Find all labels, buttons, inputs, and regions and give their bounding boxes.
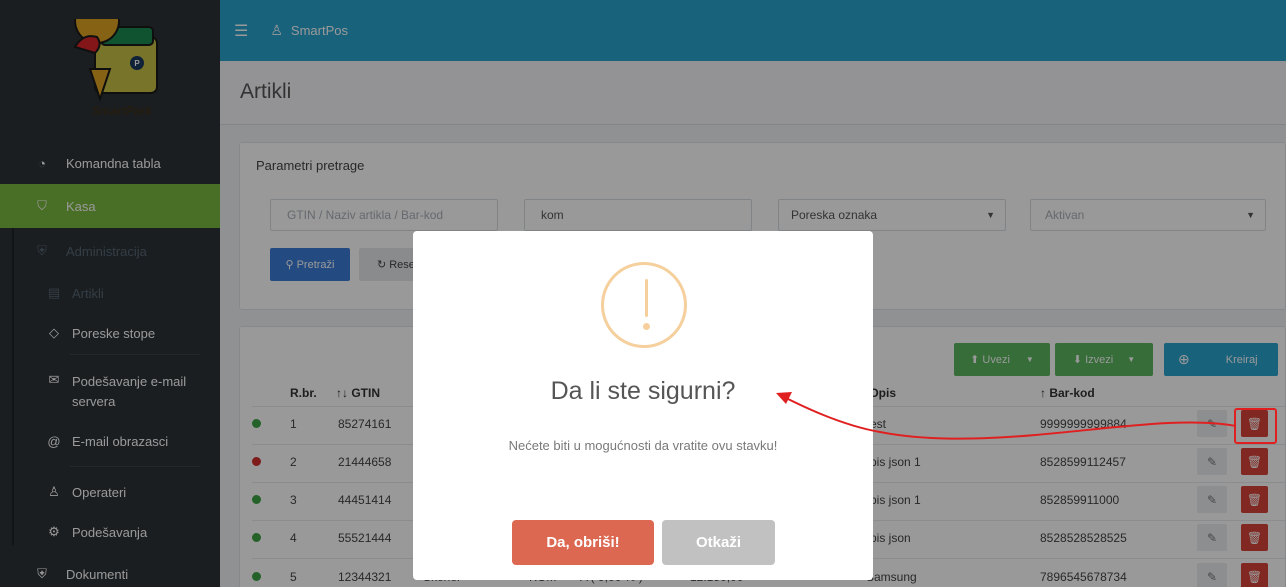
warning-icon-bar <box>645 279 648 317</box>
confirm-dialog: Da li ste sigurni? Nećete biti u mogućno… <box>413 231 873 580</box>
dialog-message: Nećete biti u mogućnosti da vratite ovu … <box>508 438 778 453</box>
cancel-button[interactable]: Otkaži <box>662 520 775 565</box>
annotation-highlight <box>1234 408 1277 444</box>
dialog-title: Da li ste sigurni? <box>550 377 736 405</box>
warning-icon <box>601 262 687 348</box>
warning-icon-dot <box>643 323 650 330</box>
confirm-delete-button[interactable]: Da, obriši! <box>512 520 654 565</box>
